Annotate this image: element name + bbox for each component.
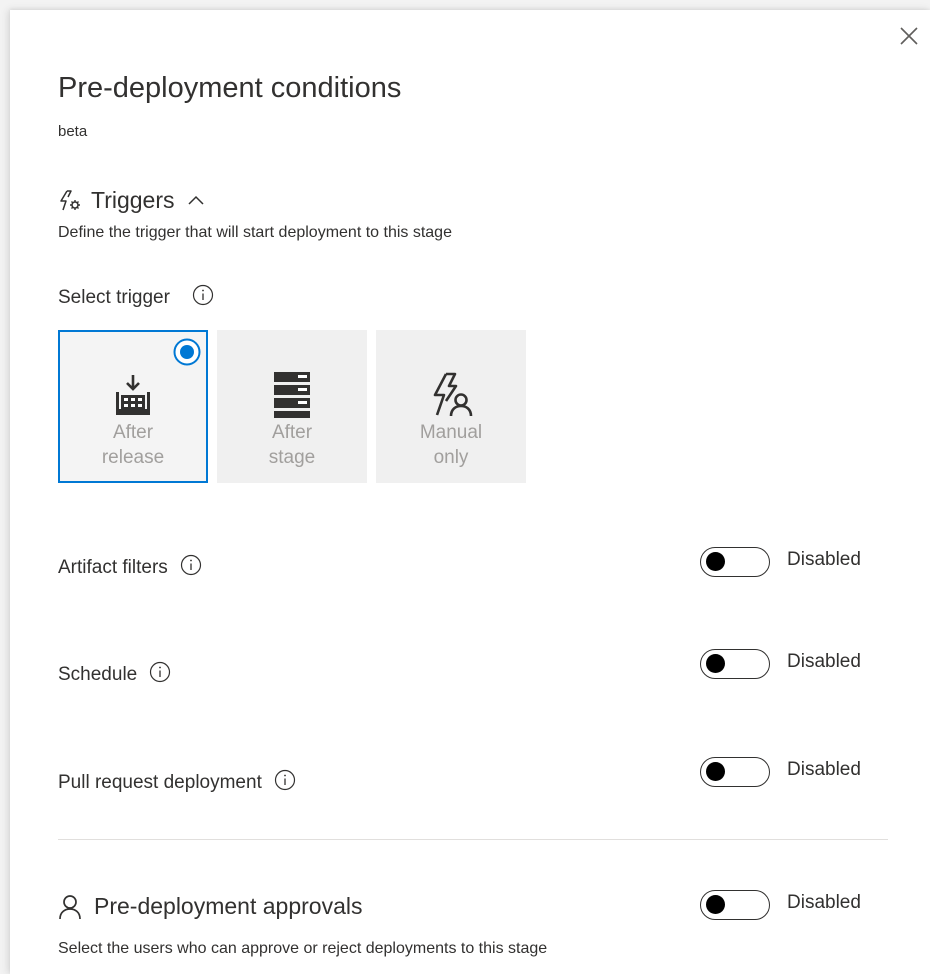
select-trigger-row: Select trigger bbox=[58, 284, 214, 312]
tile-label-line2: only bbox=[433, 447, 469, 468]
artifact-filters-row: Artifact filters bbox=[58, 554, 202, 582]
person-icon bbox=[59, 894, 81, 919]
schedule-row: Schedule bbox=[58, 661, 171, 689]
trigger-icon bbox=[60, 189, 80, 210]
trigger-options: After release After stage Manual only bbox=[58, 330, 535, 483]
after-stage-icon bbox=[274, 372, 310, 418]
stage-name: beta bbox=[58, 123, 88, 140]
pull-request-deployment-row: Pull request deployment bbox=[58, 769, 296, 797]
section-divider bbox=[58, 839, 888, 840]
artifact-filters-toggle[interactable] bbox=[700, 547, 770, 577]
artifact-filters-toggle-row: Disabled bbox=[700, 547, 861, 577]
schedule-state: Disabled bbox=[787, 650, 861, 672]
tile-label-line1: After bbox=[271, 422, 313, 443]
tile-label-line1: Manual bbox=[419, 422, 483, 443]
pre-deployment-conditions-panel: Pre-deployment conditions beta Triggers … bbox=[10, 10, 930, 974]
select-trigger-label: Select trigger bbox=[58, 287, 170, 308]
trigger-option-manual-only[interactable]: Manual only bbox=[376, 330, 526, 483]
triggers-section-toggle[interactable]: Triggers bbox=[58, 187, 207, 214]
tile-label-line2: release bbox=[101, 447, 165, 468]
info-icon[interactable] bbox=[180, 554, 202, 582]
pull-request-toggle-row: Disabled bbox=[700, 757, 861, 787]
schedule-toggle-row: Disabled bbox=[700, 649, 861, 679]
schedule-toggle[interactable] bbox=[700, 649, 770, 679]
radio-selected-icon bbox=[173, 338, 201, 366]
after-release-icon bbox=[116, 375, 150, 415]
schedule-label: Schedule bbox=[58, 664, 138, 685]
artifact-filters-state: Disabled bbox=[787, 548, 861, 570]
panel-title: Pre-deployment conditions bbox=[58, 72, 402, 104]
approvals-toggle-row: Disabled bbox=[700, 890, 861, 920]
tile-label-line2: stage bbox=[268, 447, 316, 468]
close-button[interactable] bbox=[897, 24, 921, 48]
pull-request-deployment-label: Pull request deployment bbox=[58, 772, 262, 793]
tile-label-line1: After bbox=[112, 422, 154, 443]
trigger-option-after-release[interactable]: After release bbox=[58, 330, 208, 483]
approvals-heading: Pre-deployment approvals bbox=[94, 893, 363, 919]
info-icon[interactable] bbox=[149, 661, 171, 689]
approvals-description: Select the users who can approve or reje… bbox=[58, 940, 548, 957]
manual-only-icon bbox=[433, 372, 473, 417]
close-icon bbox=[900, 27, 918, 45]
chevron-up-icon bbox=[187, 195, 204, 205]
pull-request-deployment-toggle[interactable] bbox=[700, 757, 770, 787]
triggers-heading: Triggers bbox=[91, 187, 175, 213]
info-icon[interactable] bbox=[192, 284, 214, 312]
triggers-description: Define the trigger that will start deplo… bbox=[58, 224, 452, 241]
pre-deployment-approvals-state: Disabled bbox=[787, 891, 861, 913]
artifact-filters-label: Artifact filters bbox=[58, 557, 168, 578]
pull-request-deployment-state: Disabled bbox=[787, 758, 861, 780]
pre-deployment-approvals-toggle[interactable] bbox=[700, 890, 770, 920]
trigger-option-after-stage[interactable]: After stage bbox=[217, 330, 367, 483]
info-icon[interactable] bbox=[274, 769, 296, 797]
approvals-heading-row: Pre-deployment approvals bbox=[58, 893, 362, 920]
